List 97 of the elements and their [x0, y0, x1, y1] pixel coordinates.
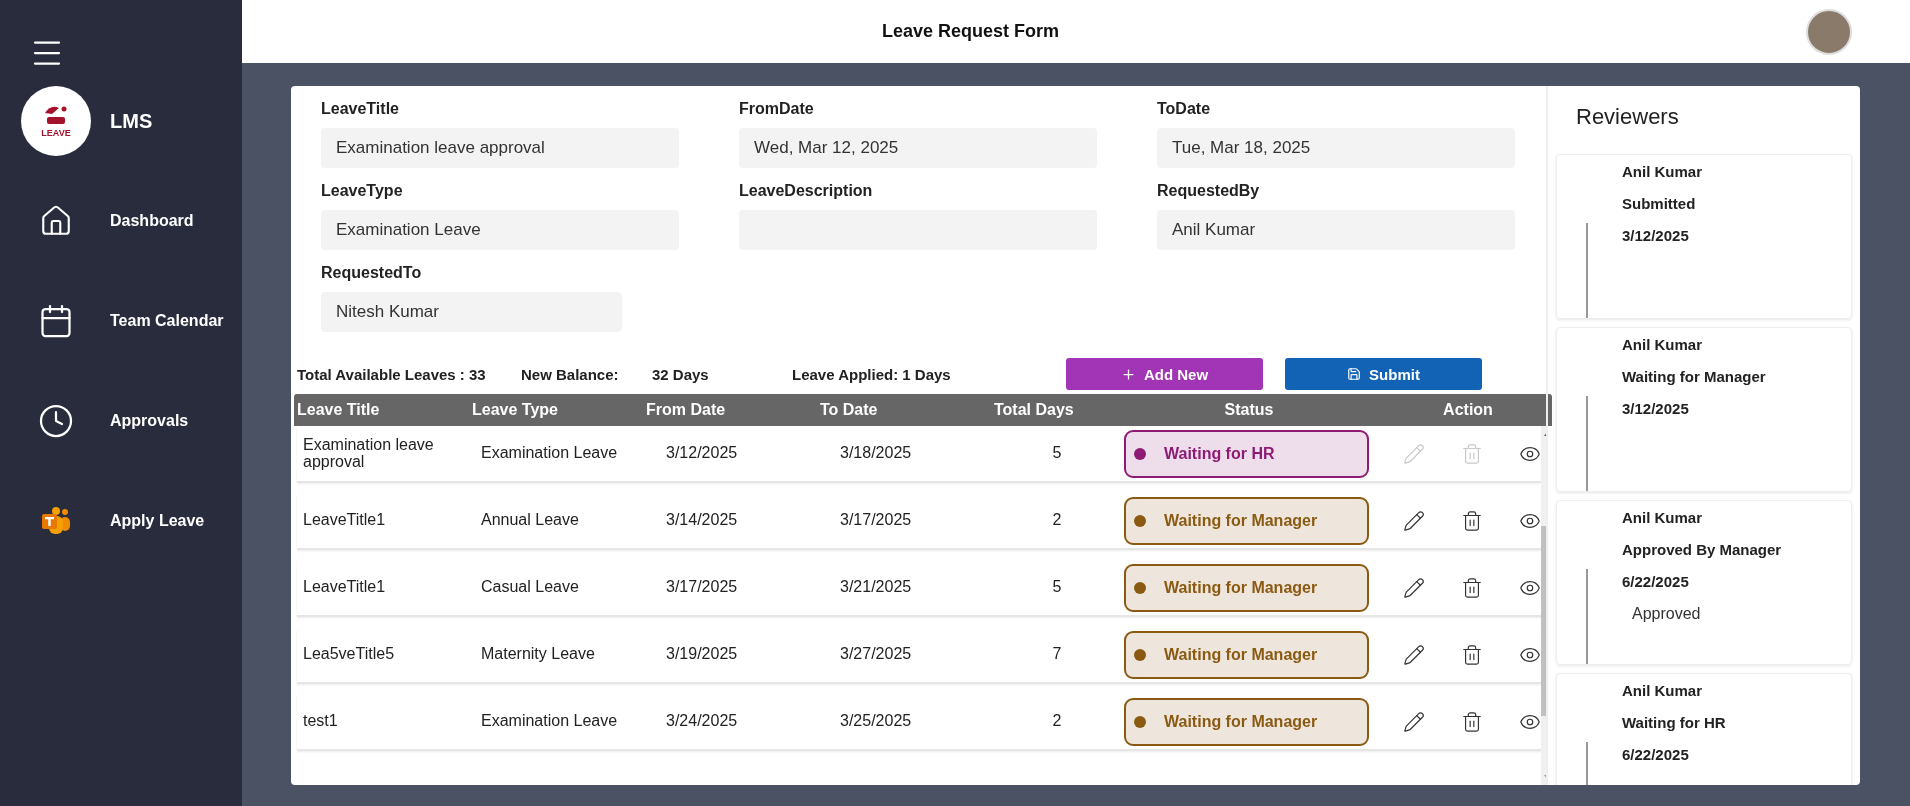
table-cell-text: 5	[1051, 445, 1063, 462]
table-row[interactable]: test1 Examination Leave 3/24/2025 3/25/2025 2 Waiting for Manager	[297, 694, 1541, 751]
edit-button[interactable]	[1403, 710, 1425, 733]
delete-button[interactable]	[1461, 643, 1483, 666]
table-cell-text: Examination leave approval	[302, 436, 435, 471]
add-new-button[interactable]: Add New	[1066, 358, 1263, 390]
table-row[interactable]: LeaveTitle1 Annual Leave 3/14/2025 3/17/2025 2 Waiting for Manager	[297, 493, 1541, 550]
plus-icon	[1120, 366, 1136, 382]
reviewer-name: Anil Kumar	[1622, 509, 1703, 526]
input-field[interactable]: Wed, Mar 12, 2025	[739, 128, 1097, 168]
table-cell-text: 3/21/2025	[839, 579, 913, 596]
home-icon	[39, 204, 73, 238]
column-header: Status	[1223, 401, 1275, 419]
table-cell-text: 7	[1051, 646, 1063, 663]
status-badge: Waiting for Manager	[1124, 496, 1369, 545]
delete-button[interactable]	[1461, 509, 1483, 532]
review-date: 3/12/2025	[1622, 400, 1690, 417]
field-label: ToDate	[1157, 100, 1212, 118]
nav-item[interactable]: Dashboard	[110, 212, 194, 230]
table-row[interactable]: Lea5veTitle5 Maternity Leave 3/19/2025 3/27/2025 7 Waiting for Manager	[297, 627, 1541, 684]
app-name: LMS	[110, 109, 153, 133]
table-row[interactable]: Examination leave approval Examination Leave 3/12/2025 3/18/2025 5 Waiting for HR	[297, 426, 1541, 483]
delete-button[interactable]	[1461, 710, 1483, 733]
input-field[interactable]: Tue, Mar 18, 2025	[1157, 128, 1515, 168]
table-row[interactable]: LeaveTitle1 Casual Leave 3/17/2025 3/21/2025 5 Waiting for Manager	[297, 560, 1541, 617]
table-cell-text: Maternity Leave	[480, 646, 596, 663]
reviewer-name: Anil Kumar	[1622, 682, 1703, 699]
balance-value: 32 Days	[652, 365, 710, 383]
column-header: From Date	[646, 401, 727, 419]
save-icon	[1347, 367, 1362, 381]
clock-icon	[38, 403, 74, 439]
table-cell-text: Examination Leave	[480, 445, 619, 462]
field-label: LeaveType	[321, 182, 404, 200]
input-field[interactable]: Anil Kumar	[1157, 210, 1515, 250]
review-comment: Approved	[1631, 605, 1702, 623]
review-date: 3/12/2025	[1622, 227, 1690, 244]
column-header: Leave Type	[472, 401, 559, 419]
reviewer-name: Anil Kumar	[1622, 336, 1703, 353]
status-badge: Waiting for Manager	[1124, 697, 1369, 746]
field-label: LeaveDescription	[739, 182, 874, 200]
table-cell-text: test1	[302, 713, 339, 730]
field-label: RequestedBy	[1157, 182, 1261, 200]
table-cell-text: 3/17/2025	[665, 579, 739, 596]
review-date: 6/22/2025	[1622, 746, 1690, 763]
status-badge: Waiting for Manager	[1124, 563, 1369, 612]
table-cell-text: Lea5veTitle5	[302, 646, 396, 663]
column-header: To Date	[820, 401, 879, 419]
table-cell-text: 3/14/2025	[665, 512, 739, 529]
nav-item[interactable]: Team Calendar	[110, 312, 224, 330]
calendar-icon	[38, 303, 74, 339]
page-title: Leave Request Form	[882, 21, 1061, 42]
logo-caption: LEAVE	[41, 128, 71, 138]
table-cell-text: 3/25/2025	[839, 713, 913, 730]
table-cell-text: LeaveTitle1	[302, 579, 387, 596]
table-cell-text: Casual Leave	[480, 579, 580, 596]
review-status: Approved By Manager	[1622, 541, 1782, 558]
table-cell-text: 5	[1051, 579, 1063, 596]
teams-icon	[40, 505, 72, 537]
column-header: Total Days	[994, 401, 1075, 419]
table-cell-text: 3/18/2025	[839, 445, 913, 462]
delete-button[interactable]	[1461, 576, 1483, 599]
field-label: FromDate	[739, 100, 815, 118]
nav-item[interactable]: Approvals	[110, 412, 189, 430]
edit-button[interactable]	[1403, 509, 1425, 532]
available-leaves: Total Available Leaves : 33	[297, 365, 487, 383]
table-cell-text: 3/17/2025	[839, 512, 913, 529]
status-badge: Waiting for Manager	[1124, 630, 1369, 679]
nav-item[interactable]: Apply Leave	[110, 512, 205, 530]
column-header: Action	[1442, 401, 1494, 419]
submit-button[interactable]: Submit	[1285, 358, 1482, 390]
table-cell-text: 3/24/2025	[665, 713, 739, 730]
avatar[interactable]	[1806, 8, 1852, 55]
table-cell-text: 2	[1051, 512, 1063, 529]
table-cell-text: LeaveTitle1	[302, 512, 387, 529]
review-date: 6/22/2025	[1622, 573, 1690, 590]
review-status: Waiting for HR	[1622, 714, 1726, 731]
table-cell-text: 3/19/2025	[665, 646, 739, 663]
input-field[interactable]: Examination leave approval	[321, 128, 679, 168]
reviewers-title: Reviewers	[1576, 104, 1680, 130]
table-cell-text: Annual Leave	[480, 512, 580, 529]
reviewer-name: Anil Kumar	[1622, 163, 1702, 180]
input-field[interactable]: Examination Leave	[321, 210, 679, 250]
table-cell-text: 3/27/2025	[839, 646, 913, 663]
table-cell-text: Examination Leave	[480, 713, 619, 730]
status-badge: Waiting for HR	[1124, 429, 1369, 478]
input-field[interactable]: Nitesh Kumar	[321, 292, 622, 332]
table-cell-text: 3/12/2025	[665, 445, 739, 462]
balance-label: New Balance:	[521, 365, 620, 383]
review-status: Waiting for Manager	[1622, 368, 1766, 385]
review-status: Submitted	[1622, 195, 1697, 212]
edit-button[interactable]	[1403, 643, 1425, 666]
table-cell-text: 2	[1051, 713, 1063, 730]
edit-button[interactable]	[1403, 576, 1425, 599]
column-header: Leave Title	[296, 401, 381, 419]
field-label: RequestedTo	[321, 264, 423, 282]
field-label: LeaveTitle	[321, 100, 400, 118]
leave-applied: Leave Applied: 1 Days	[792, 365, 952, 383]
